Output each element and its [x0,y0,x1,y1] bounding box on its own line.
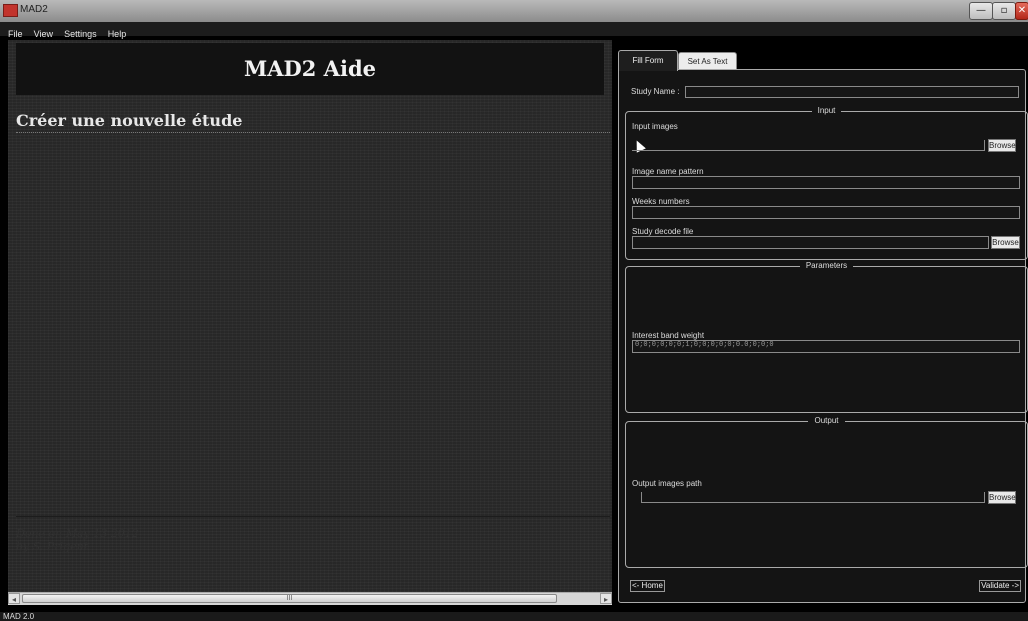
interest-band-weight-label: Interest band weight [632,331,705,340]
help-title: MAD2 Aide [16,43,604,95]
output-images-browse-button[interactable]: Browse [988,491,1016,504]
output-group-title: Output [808,416,845,425]
home-button[interactable]: <- Home [630,580,665,592]
app-icon [3,4,18,17]
close-button[interactable]: ✕ [1015,2,1028,20]
scroll-thumb[interactable]: III [22,594,557,603]
interest-band-weight-field[interactable]: 0;0;0;0;0;0;1;0;0;0;0;0;0.0;0;0;0 [632,340,1020,353]
help-pane: MAD2 Aide Créer une nouvelle étude Done … [8,40,612,592]
menu-bar: File View Settings Help [0,22,1028,39]
input-images-field[interactable] [632,140,985,151]
study-name-field[interactable] [685,86,1019,98]
title-bar: MAD2 — ▫ ✕ [0,0,1028,22]
menu-view[interactable]: View [31,28,56,39]
input-images-label: Input images [632,122,678,131]
study-decode-file-field[interactable] [632,236,989,249]
weeks-numbers-label: Weeks numbers [632,197,690,206]
form-pane: Fill Form Set As Text Study Name : Input… [615,40,1028,605]
help-footer: Done on May 13 2012 by S. Prigent [16,527,139,553]
menu-settings[interactable]: Settings [61,28,100,39]
study-name-label: Study Name : [631,87,680,96]
validate-button[interactable]: Validate -> [979,580,1021,592]
input-group: Input Input images Browse Image name pat… [625,106,1028,260]
window-title: MAD2 [20,4,48,15]
menu-help[interactable]: Help [105,28,130,39]
scroll-right-arrow[interactable]: ▸ [600,593,612,604]
status-bar: MAD 2.0 [0,612,1028,621]
help-horizontal-scrollbar[interactable]: ◂ III ▸ [8,592,612,605]
output-group: Output Output images path Browse [625,416,1028,568]
parameters-group: Parameters Interest band weight 0;0;0;0;… [625,261,1028,413]
study-decode-file-label: Study decode file [632,227,694,236]
input-group-title: Input [811,106,842,115]
parameters-group-title: Parameters [799,261,854,270]
menu-file[interactable]: File [0,28,26,39]
study-decode-file-browse-button[interactable]: Browse [991,236,1020,249]
minimize-button[interactable]: — [969,2,993,20]
help-footer-divider [16,516,610,517]
weeks-numbers-field[interactable] [632,206,1020,219]
fill-form-panel: Study Name : Input Input images Browse I… [618,69,1028,603]
tab-fill-form[interactable]: Fill Form [618,50,678,71]
help-footer-date: Done on May 13 2012 [16,527,139,540]
output-images-path-field[interactable] [641,492,985,503]
help-heading: Créer une nouvelle étude [16,111,610,133]
maximize-button[interactable]: ▫ [992,2,1016,20]
scroll-left-arrow[interactable]: ◂ [8,593,20,604]
output-images-path-label: Output images path [632,479,702,488]
help-footer-author: by S. Prigent [16,540,89,553]
image-name-pattern-field[interactable] [632,176,1020,189]
image-name-pattern-label: Image name pattern [632,167,704,176]
input-images-browse-button[interactable]: Browse [988,139,1016,152]
